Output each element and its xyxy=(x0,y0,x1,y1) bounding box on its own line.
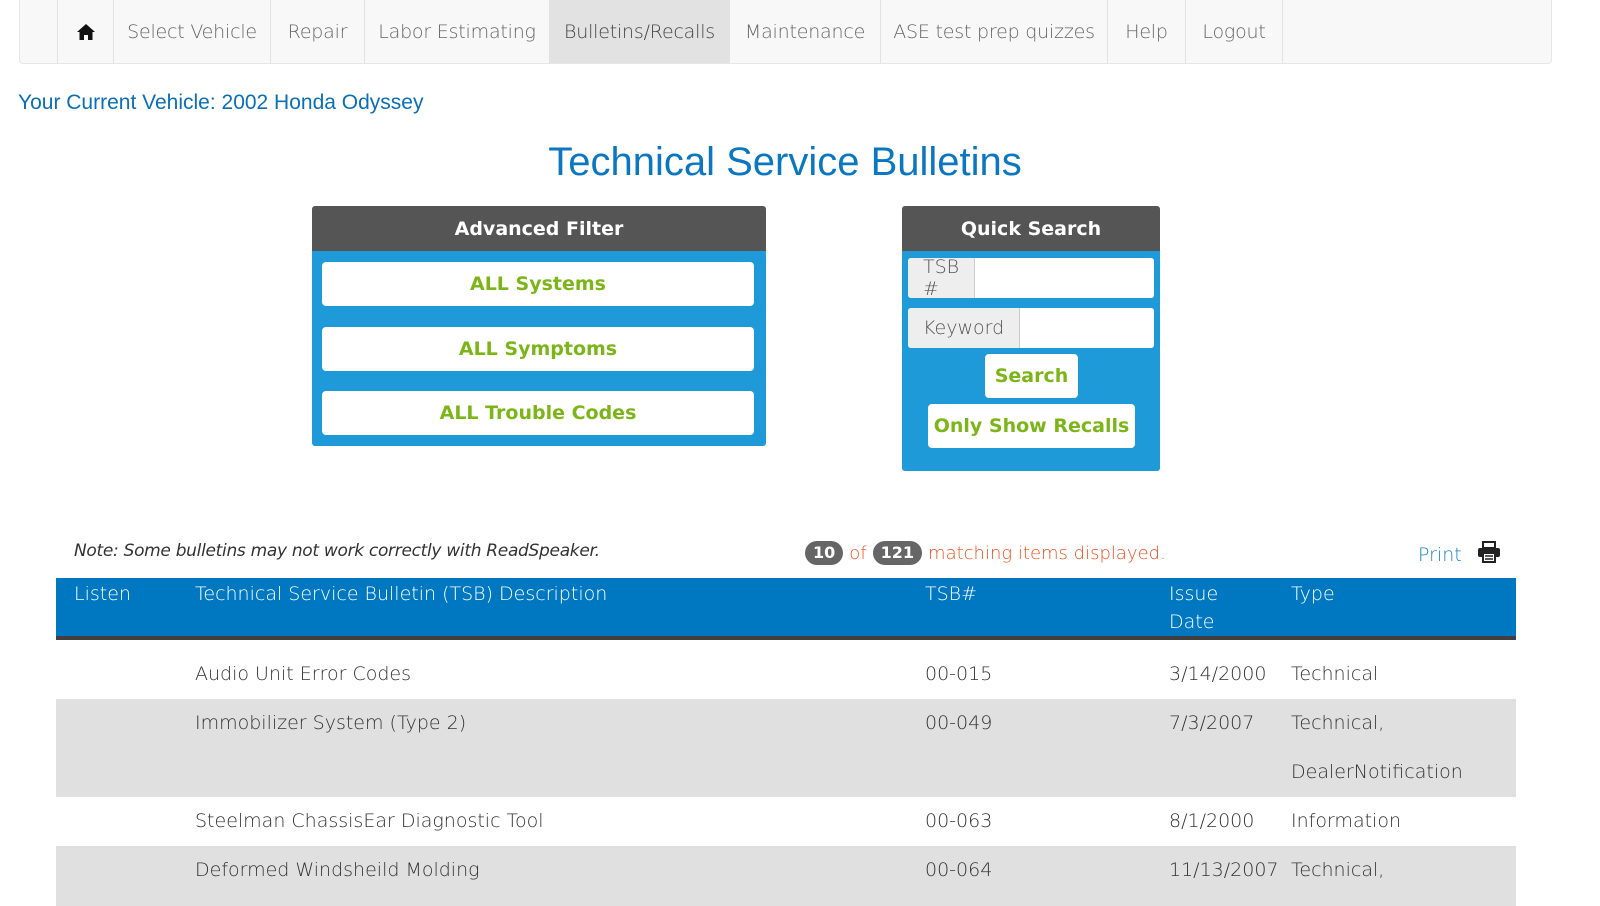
home-icon xyxy=(76,23,95,40)
readspeaker-note: Note: Some bulletins may not work correc… xyxy=(74,541,600,561)
row-type: Information xyxy=(1291,810,1401,832)
row-tsb: 00-049 xyxy=(925,712,993,734)
row-date: 3/14/2000 xyxy=(1169,663,1267,685)
keyword-field: Keyword xyxy=(908,308,1154,348)
row-type-line2: DealerNotification xyxy=(1291,761,1463,783)
keyword-input[interactable] xyxy=(1020,308,1154,348)
row-description[interactable]: Audio Unit Error Codes xyxy=(195,650,411,699)
nav-repair[interactable]: Repair xyxy=(270,0,364,63)
nav-select-vehicle[interactable]: Select Vehicle xyxy=(113,0,270,63)
page-title: Technical Service Bulletins xyxy=(548,140,1022,184)
total-count-badge: 121 xyxy=(872,541,923,565)
row-type: Technical, DealerNotification xyxy=(1291,699,1463,797)
print-label: Print xyxy=(1418,543,1462,566)
matching-items-text: matching items displayed. xyxy=(928,542,1166,564)
table-row[interactable]: Deformed Windsheild Molding 00-064 11/13… xyxy=(56,846,1516,906)
nav-home[interactable] xyxy=(57,0,113,63)
row-type: Technical xyxy=(1291,663,1379,685)
tsb-table: Listen Technical Service Bulletin (TSB) … xyxy=(56,578,1516,906)
row-description[interactable]: Deformed Windsheild Molding xyxy=(195,846,480,895)
shown-count-badge: 10 xyxy=(805,541,844,565)
only-show-recalls-button[interactable]: Only Show Recalls xyxy=(928,404,1135,448)
nav-bulletins-recalls[interactable]: Bulletins/Recalls xyxy=(549,0,729,63)
row-tsb: 00-063 xyxy=(925,810,993,832)
row-date: 11/13/2007 xyxy=(1169,859,1279,881)
col-issue-date: Issue Date xyxy=(1169,580,1218,636)
print-link[interactable]: Print xyxy=(1418,541,1501,568)
nav-logout[interactable]: Logout xyxy=(1185,0,1283,63)
nav-maintenance[interactable]: Maintenance xyxy=(729,0,880,63)
tsb-number-field: TSB # xyxy=(908,258,1154,298)
col-issue-line1: Issue xyxy=(1169,583,1219,605)
row-description[interactable]: Steelman ChassisEar Diagnostic Tool xyxy=(195,797,543,846)
all-symptoms-button[interactable]: ALL Symptoms xyxy=(322,327,754,371)
tsb-number-label: TSB # xyxy=(908,258,976,298)
table-row[interactable]: Audio Unit Error Codes 00-015 3/14/2000 … xyxy=(56,650,1516,699)
nav-help[interactable]: Help xyxy=(1107,0,1185,63)
printer-icon xyxy=(1462,541,1501,568)
top-navbar: Select Vehicle Repair Labor Estimating B… xyxy=(19,0,1552,64)
table-row[interactable]: Steelman ChassisEar Diagnostic Tool 00-0… xyxy=(56,797,1516,846)
row-tsb: 00-015 xyxy=(925,663,993,685)
row-date: 8/1/2000 xyxy=(1169,810,1255,832)
all-systems-button[interactable]: ALL Systems xyxy=(322,262,754,306)
advanced-filter-header: Advanced Filter xyxy=(312,206,766,251)
row-type-line1: Technical, xyxy=(1291,712,1385,734)
col-tsb: TSB# xyxy=(925,583,978,605)
search-button[interactable]: Search xyxy=(985,354,1078,398)
col-type: Type xyxy=(1291,583,1335,605)
row-tsb: 00-064 xyxy=(925,859,993,881)
col-listen: Listen xyxy=(74,583,131,605)
row-type: Technical, xyxy=(1291,859,1385,881)
tsb-number-input[interactable] xyxy=(975,258,1154,298)
nav-items: Select Vehicle Repair Labor Estimating B… xyxy=(57,0,1283,63)
table-header: Listen Technical Service Bulletin (TSB) … xyxy=(56,578,1516,640)
row-description[interactable]: Immobilizer System (Type 2) xyxy=(195,699,466,748)
nav-labor-estimating[interactable]: Labor Estimating xyxy=(364,0,549,63)
nav-ase-quizzes[interactable]: ASE test prep quizzes xyxy=(880,0,1107,63)
of-text: of xyxy=(849,542,867,564)
col-issue-line2: Date xyxy=(1169,611,1215,633)
results-count: 10 of 121 matching items displayed. xyxy=(805,541,1166,565)
quick-search-header: Quick Search xyxy=(902,206,1160,251)
quick-search-panel: TSB # Keyword Search Only Show Recalls xyxy=(902,251,1160,471)
table-row[interactable]: Immobilizer System (Type 2) 00-049 7/3/2… xyxy=(56,699,1516,797)
keyword-label: Keyword xyxy=(908,308,1021,348)
all-trouble-codes-button[interactable]: ALL Trouble Codes xyxy=(322,391,754,435)
row-date: 7/3/2007 xyxy=(1169,712,1255,734)
col-description: Technical Service Bulletin (TSB) Descrip… xyxy=(195,583,608,605)
advanced-filter-panel: ALL Systems ALL Symptoms ALL Trouble Cod… xyxy=(312,251,766,446)
current-vehicle-link[interactable]: Your Current Vehicle: 2002 Honda Odyssey xyxy=(18,91,423,115)
